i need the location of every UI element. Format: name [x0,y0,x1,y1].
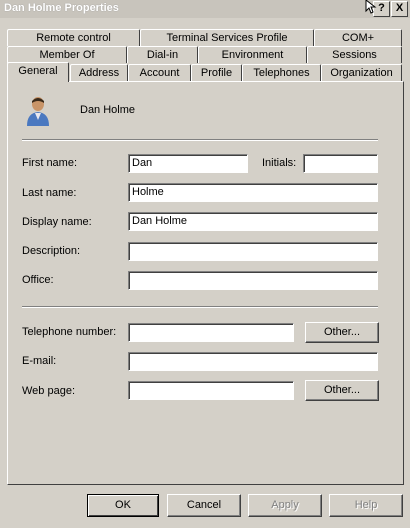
tab-account[interactable]: Account [128,64,191,81]
title-bar: Dan Holme Properties ? X [0,0,410,18]
help-button[interactable]: Help [329,494,403,517]
tab-profile[interactable]: Profile [191,64,242,81]
tab-label: Remote control [36,32,111,44]
window-title: Dan Holme Properties [4,2,119,14]
help-icon: ? [378,2,385,14]
close-title-button[interactable]: X [391,1,408,17]
tab-label: Address [78,67,120,79]
tab-label: General [18,65,58,77]
tab-label: COM+ [341,32,375,44]
close-icon: X [395,2,404,14]
ok-button[interactable]: OK [87,494,159,517]
tab-address[interactable]: Address [70,64,128,81]
tab-remote-control[interactable]: Remote control [7,29,140,46]
tab-label: Account [139,67,180,79]
tab-com-plus[interactable]: COM+ [314,29,402,46]
cancel-button[interactable]: Cancel [167,494,241,517]
tab-sessions[interactable]: Sessions [307,46,402,63]
tab-environment[interactable]: Environment [198,46,307,63]
apply-button[interactable]: Apply [248,494,322,517]
tab-label: Environment [221,49,284,61]
tab-member-of[interactable]: Member Of [7,46,127,63]
tab-general[interactable]: General [7,62,69,82]
tab-label: Sessions [332,49,377,61]
tab-label: Telephones [253,67,310,79]
mouse-cursor-icon [365,0,377,14]
tab-terminal-services-profile[interactable]: Terminal Services Profile [140,29,314,46]
tab-telephones[interactable]: Telephones [242,64,321,81]
tab-label: Organization [330,67,393,79]
tab-dial-in[interactable]: Dial-in [127,46,198,63]
tab-label: Profile [200,67,233,79]
tab-organization[interactable]: Organization [321,64,402,81]
general-tab-panel [7,81,404,485]
tab-label: Member Of [39,49,95,61]
tab-label: Terminal Services Profile [166,32,288,44]
tab-label: Dial-in [146,49,179,61]
